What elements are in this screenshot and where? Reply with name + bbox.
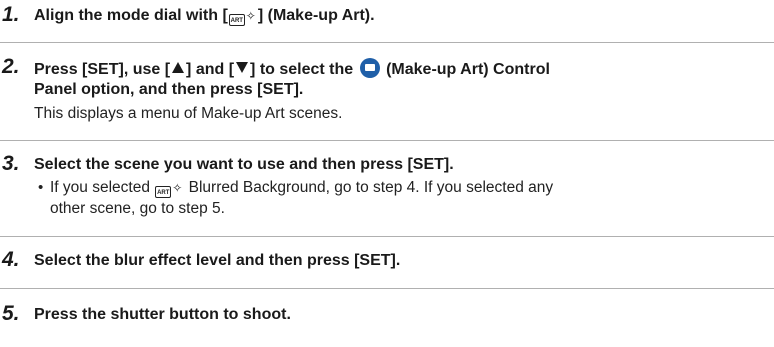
step-description: This displays a menu of Make-up Art scen… [34, 105, 343, 122]
down-arrow-icon [236, 62, 249, 73]
step-number: 5. [2, 302, 20, 325]
divider [0, 42, 774, 43]
step-number: 4. [2, 248, 20, 271]
make-up-art-icon: ART [228, 14, 245, 26]
step-bullet: If you selected ART ✧ Blurred Background,… [50, 179, 554, 198]
step-number: 1. [2, 3, 20, 26]
up-arrow-icon [172, 62, 185, 73]
step-title: Press the shutter button to shoot. [34, 306, 291, 323]
step-title-line-2: Panel option, and then press [SET]. [34, 81, 304, 98]
sparkle-icon: ✧ [245, 9, 256, 23]
step-title: Press [SET], use [] and [] to select the… [34, 58, 550, 80]
make-up-art-control-panel-icon [359, 58, 380, 78]
make-up-art-icon: ART [155, 186, 172, 198]
divider [0, 140, 774, 141]
step-number: 2. [2, 55, 20, 78]
step-title: Align the mode dial with [ART ✧] (Make-up… [34, 7, 375, 26]
step-number: 3. [2, 152, 20, 175]
bullet-dot: • [38, 179, 44, 196]
step-bullet-line-2: other scene, go to step 5. [50, 200, 225, 217]
step-title: Select the scene you want to use and the… [34, 156, 454, 173]
sparkle-icon: ✧ [172, 181, 183, 195]
divider [0, 236, 774, 237]
step-title: Select the blur effect level and then pr… [34, 252, 401, 269]
divider [0, 288, 774, 289]
